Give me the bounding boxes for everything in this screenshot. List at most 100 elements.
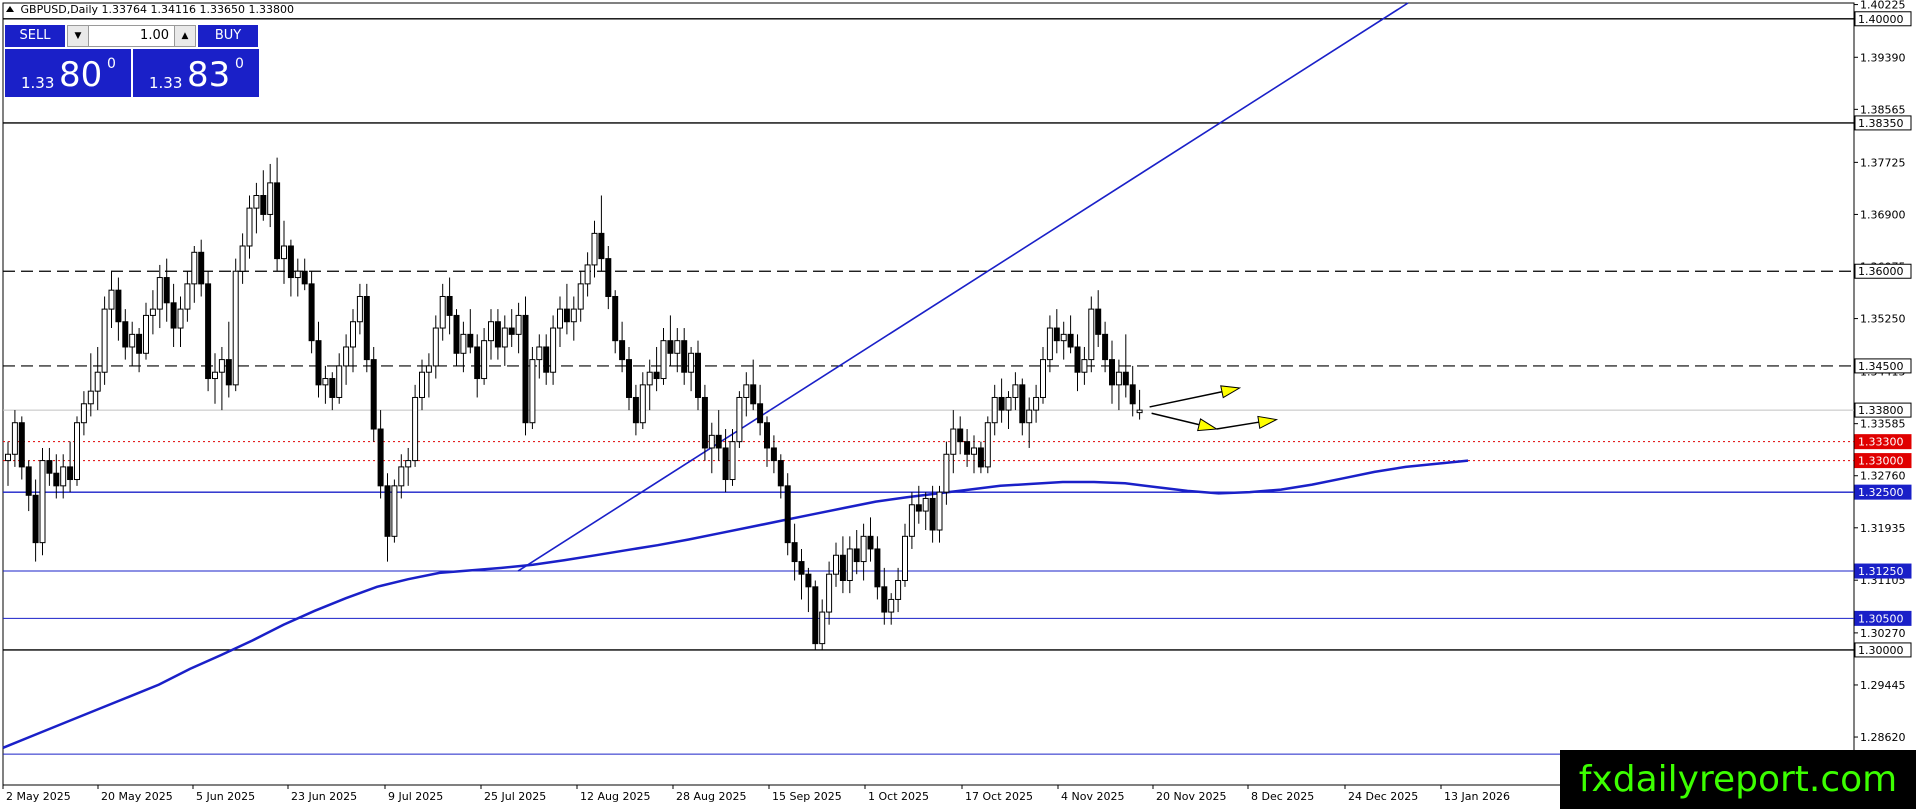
bullish-candle: [902, 535, 908, 582]
bearish-candle: [612, 295, 619, 342]
x-tick-label: 17 Oct 2025: [965, 790, 1033, 803]
bearish-candle: [805, 573, 812, 588]
one-click-trading-panel: SELL ▼ 1.00 ▲ BUY 1.33 80 0 1.33 83 0: [5, 25, 259, 97]
bullish-candle: [481, 340, 488, 380]
x-tick-label: 24 Dec 2025: [1348, 790, 1418, 803]
buy-button[interactable]: BUY: [198, 25, 258, 47]
bullish-candle: [246, 207, 253, 247]
x-tick-label: 28 Aug 2025: [676, 790, 746, 803]
bearish-candle: [287, 245, 294, 279]
bullish-candle: [515, 314, 522, 335]
bearish-candle: [701, 396, 708, 449]
chart-header: GBPUSD,Daily 1.33764 1.34116 1.33650 1.3…: [6, 3, 294, 16]
x-tick-label: 23 Jun 2025: [291, 790, 357, 803]
x-tick-label: 15 Sep 2025: [772, 790, 842, 803]
bullish-candle: [177, 308, 184, 329]
x-tick-label: 20 May 2025: [101, 790, 173, 803]
bearish-candle: [1067, 333, 1074, 348]
bullish-candle: [156, 277, 163, 310]
bullish-candle: [922, 497, 929, 512]
bearish-candle: [308, 283, 315, 342]
bullish-candle: [591, 232, 598, 266]
bullish-candle: [736, 396, 743, 443]
bearish-candle: [1109, 359, 1115, 386]
bearish-candle: [915, 504, 922, 512]
bearish-candle: [764, 422, 770, 449]
bearish-candle: [563, 308, 570, 323]
bearish-candle: [1122, 371, 1129, 386]
y-tick-label: 1.35250: [1860, 313, 1906, 326]
collapse-triangle-icon[interactable]: [6, 6, 14, 12]
level-label: 1.33000: [1858, 455, 1904, 468]
bearish-candle: [1019, 384, 1026, 424]
bullish-candle: [646, 371, 653, 386]
bullish-candle: [253, 195, 260, 209]
bearish-candle: [1053, 327, 1060, 342]
bearish-candle: [163, 277, 170, 304]
sell-button[interactable]: SELL: [5, 25, 65, 47]
bearish-candle: [122, 321, 129, 348]
y-tick-label: 1.32760: [1860, 470, 1906, 483]
bearish-candle: [467, 333, 474, 348]
level-label: 1.33300: [1858, 436, 1904, 449]
bearish-candle: [598, 232, 605, 260]
bullish-candle: [101, 308, 108, 373]
bullish-candle: [1005, 396, 1012, 411]
x-tick-label: 12 Aug 2025: [580, 790, 650, 803]
y-tick-label: 1.29445: [1860, 679, 1906, 692]
bearish-candle: [750, 384, 757, 405]
bearish-candle: [812, 586, 819, 645]
bearish-candle: [377, 428, 384, 487]
bearish-candle: [115, 289, 122, 323]
bullish-candle: [39, 460, 46, 544]
y-tick-label: 1.40225: [1860, 0, 1906, 12]
bearish-candle: [301, 270, 308, 285]
sell-price-pips: 80: [59, 55, 103, 95]
buy-price-fraction: 0: [235, 56, 244, 72]
time-axis: 2 May 2025 20 May 2025 5 Jun 2025 23 Jun 20…: [2, 785, 1510, 803]
level-label: 1.34500: [1858, 360, 1904, 373]
bullish-candle: [143, 314, 149, 354]
bullish-candle: [908, 504, 915, 537]
x-tick-label: 20 Nov 2025: [1156, 790, 1226, 803]
increase-quantity-icon[interactable]: ▲: [174, 26, 195, 46]
bearish-candle: [46, 460, 53, 474]
bearish-candle: [695, 352, 701, 398]
bearish-candle: [315, 340, 322, 386]
quantity-input[interactable]: 1.00: [90, 26, 173, 46]
bearish-candle: [757, 403, 764, 424]
bullish-candle: [5, 453, 11, 462]
bullish-candle: [1040, 359, 1046, 398]
x-tick-label: 5 Jun 2025: [196, 790, 255, 803]
buy-price-pips: 83: [187, 55, 231, 95]
bearish-candle: [53, 472, 60, 487]
bullish-candle: [1033, 396, 1040, 411]
x-tick-label: 9 Jul 2025: [388, 790, 443, 803]
buy-price-prefix: 1.33: [149, 74, 183, 92]
bullish-candle: [984, 422, 991, 468]
bearish-candle: [329, 378, 336, 398]
level-label: 1.30000: [1858, 644, 1904, 657]
level-label: 1.32500: [1858, 486, 1904, 499]
bearish-candle: [274, 182, 281, 260]
chart-frame: [2, 2, 1855, 786]
bullish-candle: [936, 491, 943, 531]
bullish-candle: [833, 554, 839, 575]
sell-price-box[interactable]: 1.33 80 0: [5, 49, 131, 97]
x-tick-label: 13 Jan 2026: [1444, 790, 1510, 803]
bearish-candle: [667, 340, 674, 354]
buy-price-box[interactable]: 1.33 83 0: [133, 49, 259, 97]
quantity-stepper[interactable]: ▼ 1.00 ▲: [67, 25, 196, 47]
decrease-quantity-icon[interactable]: ▼: [68, 26, 89, 46]
bearish-candle: [136, 333, 143, 354]
sell-price-fraction: 0: [107, 56, 116, 72]
bullish-candle: [971, 447, 977, 455]
bullish-candle: [439, 295, 446, 329]
bullish-candle: [1012, 384, 1019, 398]
bearish-candle: [770, 447, 777, 462]
bullish-candle: [184, 283, 191, 310]
bullish-candle: [391, 485, 398, 537]
bearish-candle: [474, 346, 481, 380]
bullish-candle: [350, 321, 356, 348]
bullish-candle: [129, 333, 136, 348]
